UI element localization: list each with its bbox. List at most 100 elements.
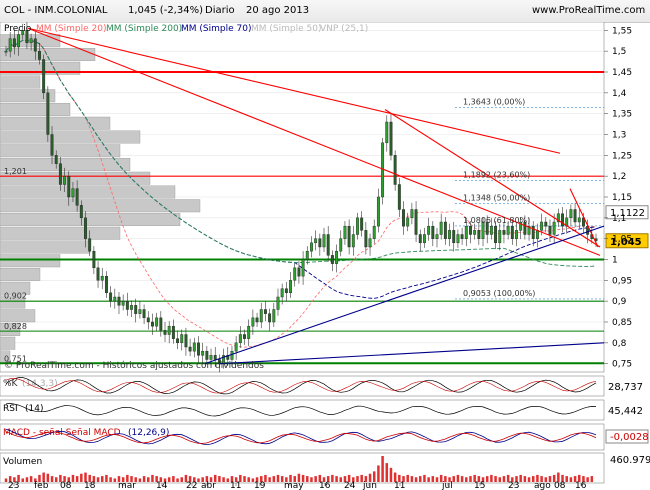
candle-body [113, 296, 117, 302]
candle-body [109, 292, 113, 302]
candle-body [494, 225, 498, 244]
x-tick-label: abr [201, 481, 216, 490]
candle-body [17, 34, 20, 48]
candle-body [397, 184, 401, 210]
y-tick-label: 1,05 [612, 235, 632, 245]
x-tick-label: 19 [254, 481, 266, 490]
volume-bar [335, 476, 338, 482]
rsi-label: RSI [3, 404, 18, 414]
macd-value: -0,0028 [610, 432, 649, 443]
candle-body [356, 217, 359, 235]
chart-header: COL - INM.COLONIAL 1,045 (-2,34%) Diario… [0, 0, 650, 23]
volume-bar [406, 474, 409, 482]
volume-profile-bar [0, 144, 121, 158]
volume-bar [565, 476, 568, 482]
volume-bar [419, 476, 422, 482]
volume-bar [4, 478, 8, 482]
x-tick-label: 11 [230, 481, 241, 490]
last-quote: 1,045 (-2,34%) [128, 5, 203, 16]
fibonacci-label: 1,1892 (23,60%) [463, 171, 530, 180]
volume-bar [272, 476, 276, 482]
volume-bar [54, 477, 58, 482]
candle-body [243, 334, 246, 339]
volume-bar [172, 476, 175, 482]
volume-profile-bar [0, 213, 181, 226]
candle-body [301, 259, 305, 277]
volume-bar [410, 476, 414, 482]
candle-body [305, 250, 309, 260]
volume-bar [490, 474, 493, 482]
x-tick-label: mar [118, 481, 136, 490]
candle-body [548, 225, 552, 235]
volume-bar [452, 476, 455, 482]
volume-bar [138, 478, 142, 482]
candle-body [167, 325, 171, 335]
candle-body [297, 267, 301, 277]
candle-body [176, 338, 180, 344]
candle-body [134, 305, 138, 314]
x-tick-label: 11 [394, 481, 405, 490]
y-tick-label: 0,75 [612, 360, 632, 370]
fibonacci-label: 1,1348 (50,00%) [463, 193, 530, 202]
candle-body [561, 213, 564, 227]
candle-body [117, 296, 121, 306]
candle-body [443, 221, 447, 239]
x-tick-label: feb [34, 481, 49, 490]
candle-body [255, 317, 259, 323]
macd-panel: MACD - señal Señal MACD (12,26,9) -0,002… [0, 423, 649, 451]
candle-body [422, 234, 426, 244]
volume-label: Volumen [3, 457, 42, 467]
y-tick-label: 1 [612, 256, 618, 266]
candle-body [88, 238, 92, 252]
candle-body [180, 334, 184, 344]
volume-bar [523, 476, 527, 482]
volume-bar [502, 476, 506, 482]
price-level-label: 0,902 [4, 291, 27, 300]
volume-bar [167, 477, 171, 482]
candle-body [213, 355, 217, 360]
price-chart[interactable]: 1,201 0,902 0,828 0,75 1 1,3643 (0,00%) 1,1892… [0, 22, 650, 490]
candle-body [364, 230, 368, 248]
period-label: Diario [205, 5, 235, 16]
candle-body [121, 300, 125, 306]
candle-body [163, 330, 167, 335]
volume-bar [485, 476, 489, 482]
candle-body [280, 288, 284, 298]
candle-body [54, 155, 58, 164]
stochastic-value: 28,737 [608, 382, 643, 393]
x-tick-label: jul [441, 481, 453, 490]
candle-body [330, 255, 334, 264]
x-tick-label: 23 [8, 481, 19, 490]
candle-body [456, 234, 460, 244]
candle-body [50, 134, 54, 156]
candle-body [92, 250, 96, 269]
legend-mm20: MM (Simple 20) [36, 24, 106, 34]
candle-body [385, 121, 389, 144]
volume-bar [586, 477, 589, 482]
y-tick-label: 1,1 [612, 214, 626, 224]
volume-profile-bar [0, 268, 41, 281]
volume-bar [465, 477, 468, 482]
volume-profile-bar [0, 130, 141, 144]
volume-bar [527, 477, 531, 482]
volume-bar [306, 476, 309, 482]
volume-bar [519, 474, 522, 482]
candle-body [326, 234, 330, 256]
volume-profile-bar [0, 240, 91, 254]
candle-body [393, 155, 397, 185]
volume-profile-bar [0, 185, 176, 199]
volume-bar [381, 456, 384, 482]
volume-bar [435, 477, 439, 482]
volume-bar [569, 477, 573, 482]
candle-body [84, 217, 87, 239]
volume-bar [147, 477, 150, 482]
stochastic-panel: %K (14,3,3) 28,737 [0, 375, 643, 397]
candle-body [351, 234, 355, 248]
volume-bar [105, 474, 108, 482]
candle-body [535, 230, 539, 239]
volume-bar [427, 477, 430, 482]
candle-body [389, 121, 393, 156]
candle-body [125, 300, 129, 310]
volume-bar [226, 478, 230, 482]
brand-link[interactable]: www.ProRealTime.com [532, 5, 645, 16]
